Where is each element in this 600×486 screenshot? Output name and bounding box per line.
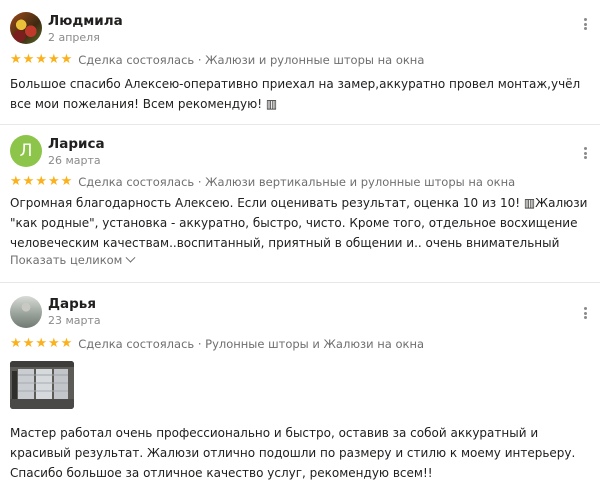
star-icon: ★ <box>10 52 22 67</box>
review-text: Огромная благодарность Алексею. Если оце… <box>10 196 588 250</box>
more-icon[interactable] <box>580 16 590 32</box>
review-meta: ★ ★ ★ ★ ★ Сделка состоялась · Жалюзи вертика… <box>10 174 515 190</box>
rating-stars: ★ ★ ★ ★ ★ <box>10 53 72 67</box>
more-icon[interactable] <box>580 305 590 321</box>
author-name[interactable]: Лариса <box>48 136 105 152</box>
star-icon: ★ <box>22 174 35 189</box>
star-icon: ★ <box>60 52 73 67</box>
chevron-down-icon <box>125 252 136 263</box>
star-icon: ★ <box>35 336 47 351</box>
avatar[interactable] <box>10 296 42 328</box>
deal-info: Сделка состоялась · Жалюзи и рулонные шт… <box>78 53 425 67</box>
review-date: 2 апреля <box>48 31 100 44</box>
review-date: 23 марта <box>48 314 101 327</box>
review-meta: ★ ★ ★ ★ ★ Сделка состоялась · Жалюзи и рулон… <box>10 52 424 68</box>
star-icon: ★ <box>10 336 22 351</box>
rating-stars: ★ ★ ★ ★ ★ <box>10 175 72 189</box>
review-meta: ★ ★ ★ ★ ★ Сделка состоялась · Рулонные шторы… <box>10 336 424 352</box>
star-icon: ★ <box>22 336 35 351</box>
review-text: Большое спасибо Алексею-оперативно приех… <box>10 77 581 111</box>
divider <box>0 124 600 125</box>
star-icon: ★ <box>47 336 60 351</box>
review-text: Мастер работал очень профессионально и б… <box>10 426 576 480</box>
review-photo[interactable] <box>10 361 74 409</box>
author-name[interactable]: Дарья <box>48 296 96 312</box>
avatar[interactable] <box>10 12 42 44</box>
star-icon: ★ <box>47 52 60 67</box>
more-icon[interactable] <box>580 145 590 161</box>
divider <box>0 282 600 283</box>
show-full-button[interactable]: Показать целиком <box>10 252 136 267</box>
show-full-label: Показать целиком <box>10 253 123 267</box>
star-icon: ★ <box>60 174 73 189</box>
star-icon: ★ <box>35 174 47 189</box>
avatar[interactable]: Л <box>10 135 42 167</box>
star-icon: ★ <box>60 336 73 351</box>
author-name[interactable]: Людмила <box>48 13 123 29</box>
star-icon: ★ <box>10 174 22 189</box>
deal-info: Сделка состоялась · Жалюзи вертикальные … <box>78 175 516 189</box>
star-icon: ★ <box>47 174 60 189</box>
window-blinds-photo <box>10 361 74 409</box>
rating-stars: ★ ★ ★ ★ ★ <box>10 337 72 351</box>
review-date: 26 марта <box>48 154 101 167</box>
deal-info: Сделка состоялась · Рулонные шторы и Жал… <box>78 337 425 351</box>
star-icon: ★ <box>35 52 47 67</box>
star-icon: ★ <box>22 52 35 67</box>
